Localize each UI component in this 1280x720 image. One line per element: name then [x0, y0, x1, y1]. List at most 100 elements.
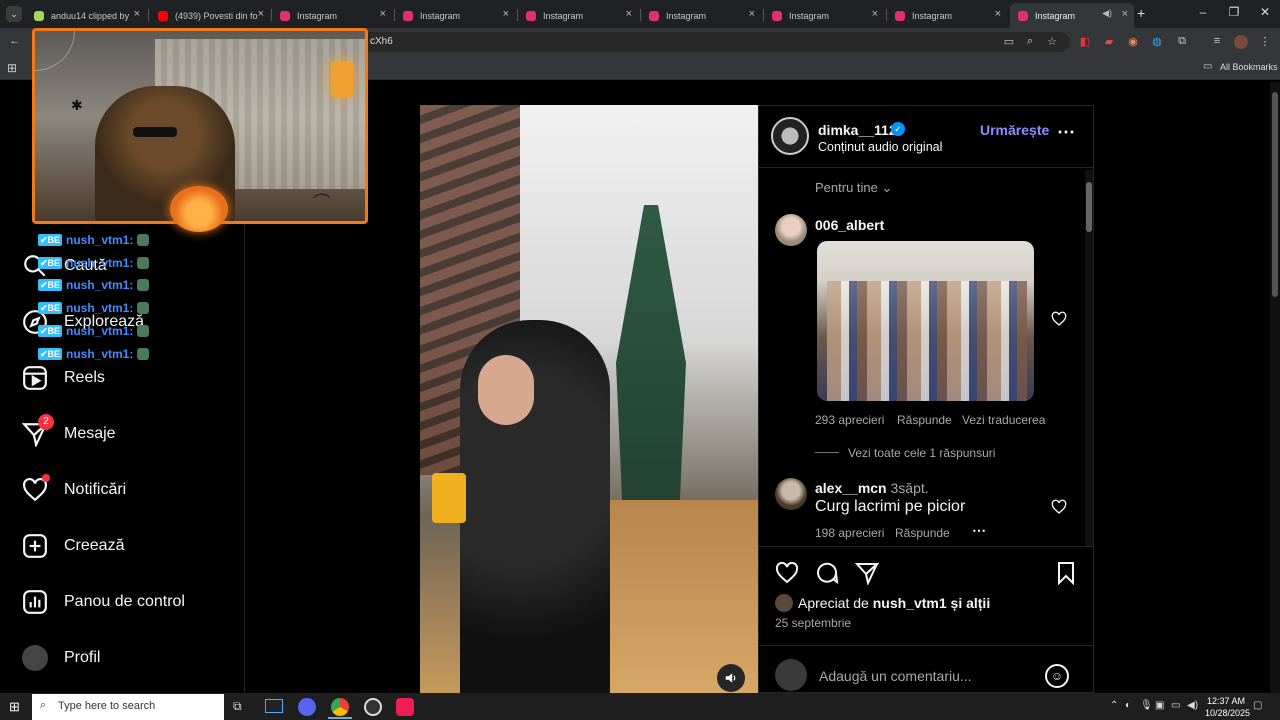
notification-center-icon[interactable]: ▢ [1253, 700, 1262, 711]
tiktok-app-icon[interactable] [396, 698, 414, 716]
comment-avatar[interactable] [775, 214, 807, 246]
translate-button[interactable]: Vezi traducerea [962, 413, 1045, 427]
like-comment-icon[interactable] [1051, 311, 1067, 327]
liked-by-avatar[interactable] [775, 594, 793, 612]
obs-app-icon[interactable] [364, 698, 382, 716]
tab-search-button[interactable]: ⌄ [6, 6, 22, 22]
sidebar-item-create[interactable]: Creează [22, 533, 124, 559]
comment-username[interactable]: alex__mcn [815, 480, 887, 496]
media-control-icon[interactable]: ≡ [1210, 35, 1224, 47]
network-icon[interactable]: ▭ [1171, 700, 1180, 711]
sort-dropdown[interactable]: Pentru tine ⌄ [815, 180, 892, 196]
view-replies-button[interactable]: Vezi toate cele 1 răspunsuri [848, 446, 995, 460]
zoom-icon[interactable]: ⌕ [1023, 35, 1037, 48]
sidebar-item-reels[interactable]: Reels [22, 365, 105, 391]
audio-label[interactable]: Conținut audio original [818, 140, 942, 154]
like-comment-icon[interactable] [1051, 499, 1067, 515]
more-options-icon[interactable]: ⋯ [1057, 122, 1075, 143]
liked-by-suffix[interactable]: și alții [951, 595, 991, 611]
comment-icon[interactable] [815, 561, 839, 585]
clock-date[interactable]: 10/28/2025 [1205, 708, 1250, 718]
back-icon[interactable]: ← [8, 35, 22, 47]
browser-tab[interactable]: Instagram × [887, 3, 1007, 28]
chat-username: nush_vtm1: [66, 324, 134, 338]
liked-by-user[interactable]: nush_vtm1 [873, 595, 947, 611]
close-icon[interactable]: × [1122, 8, 1128, 20]
tray-chevron-icon[interactable]: ⌃ [1110, 700, 1118, 711]
sidebar-item-dashboard[interactable]: Panou de control [22, 589, 185, 615]
scroll-thumb[interactable] [1272, 92, 1278, 297]
reply-button[interactable]: Răspunde [897, 413, 952, 427]
share-icon[interactable] [855, 561, 879, 585]
close-icon[interactable]: × [749, 8, 755, 20]
follow-button[interactable]: Urmărește [980, 122, 1049, 138]
browser-tab[interactable]: Instagram × [641, 3, 761, 28]
like-icon[interactable] [775, 561, 799, 585]
minimize-icon[interactable]: – [1193, 5, 1213, 19]
close-icon[interactable]: × [872, 8, 878, 20]
comment-gif[interactable] [817, 241, 1034, 401]
menu-icon[interactable]: ⋮ [1258, 35, 1272, 48]
taskbar-search-input[interactable]: ⌕ Type here to search [32, 694, 224, 720]
browser-tab[interactable]: Instagram × [395, 3, 515, 28]
close-icon[interactable]: × [258, 8, 264, 20]
close-icon[interactable]: × [995, 8, 1001, 20]
tray-app-icon[interactable]: ▣ [1155, 700, 1164, 711]
comment-likes[interactable]: 198 aprecieri [815, 526, 884, 540]
address-bar[interactable]: cXh6 [340, 32, 1070, 52]
new-tab-button[interactable]: + [1137, 5, 1145, 21]
clock-time[interactable]: 12:37 AM [1207, 696, 1245, 706]
windows-start-icon[interactable]: ⊞ [9, 699, 20, 715]
scroll-thumb[interactable] [1086, 182, 1092, 232]
apps-icon[interactable]: ⊞ [7, 61, 17, 75]
tray-app-icon[interactable]: ◐ [1125, 700, 1131, 711]
discord-app-icon[interactable] [298, 698, 316, 716]
browser-tab[interactable]: Instagram × [764, 3, 884, 28]
browser-tab[interactable]: anduu14 clipped by × [26, 3, 146, 28]
extension-icon[interactable]: ◍ [1150, 35, 1164, 48]
comment-likes[interactable]: 293 aprecieri [815, 413, 884, 427]
emote-icon [137, 257, 150, 269]
close-icon[interactable]: × [503, 8, 509, 20]
profile-avatar[interactable] [1234, 35, 1248, 49]
sound-toggle-button[interactable] [717, 664, 745, 692]
page-scrollbar[interactable] [1270, 82, 1280, 693]
all-bookmarks-link[interactable]: All Bookmarks [1220, 62, 1278, 72]
screencast-icon[interactable]: ▭ [1002, 35, 1016, 48]
browser-tab[interactable]: (4939) Povesti din fo × [150, 3, 270, 28]
bookmark-star-icon[interactable]: ☆ [1045, 35, 1059, 48]
puzzle-icon[interactable]: ⧉ [1175, 35, 1189, 48]
browser-tab-active[interactable]: Instagram ◀) × [1010, 3, 1134, 28]
author-username[interactable]: dimka__112 [818, 122, 897, 138]
close-icon[interactable]: × [134, 8, 140, 20]
microphone-icon[interactable]: 🎙 [1140, 700, 1153, 711]
browser-tab[interactable]: Instagram × [272, 3, 392, 28]
sidebar-item-profile[interactable]: Profil [22, 645, 100, 671]
close-icon[interactable]: × [626, 8, 632, 20]
save-icon[interactable] [1054, 561, 1078, 585]
comment-username[interactable]: 006_albert [815, 217, 884, 233]
reply-button[interactable]: Răspunde [895, 526, 950, 540]
author-avatar[interactable] [771, 117, 809, 155]
sidebar-item-notifications[interactable]: Notificări [22, 474, 126, 503]
sidebar-item-messages[interactable]: 2 Mesaje [22, 414, 116, 447]
terminal-app-icon[interactable] [265, 699, 283, 713]
chrome-app-icon[interactable] [331, 698, 349, 716]
close-icon[interactable]: × [380, 8, 386, 20]
extension-icon[interactable]: ◧ [1078, 35, 1092, 48]
restore-icon[interactable]: ❐ [1224, 5, 1244, 19]
emoji-icon[interactable]: ☺ [1045, 664, 1069, 688]
task-view-icon[interactable]: ⧉ [233, 699, 242, 714]
extension-icon[interactable]: ◉ [1126, 35, 1140, 48]
speaker-icon[interactable]: ◀) [1102, 8, 1112, 19]
comment-avatar[interactable] [775, 478, 807, 510]
volume-icon[interactable]: ◀) [1187, 700, 1198, 711]
extension-icon[interactable]: ▰ [1102, 35, 1116, 48]
comments-scrollbar[interactable] [1085, 170, 1093, 546]
browser-tab[interactable]: Instagram × [518, 3, 638, 28]
post-video[interactable] [420, 105, 758, 693]
comment-input[interactable]: Adaugă un comentariu... [819, 668, 972, 684]
folder-icon[interactable]: ▭ [1203, 61, 1212, 72]
comment-more-icon[interactable]: ⋯ [972, 522, 986, 539]
window-close-icon[interactable]: ✕ [1255, 5, 1275, 19]
